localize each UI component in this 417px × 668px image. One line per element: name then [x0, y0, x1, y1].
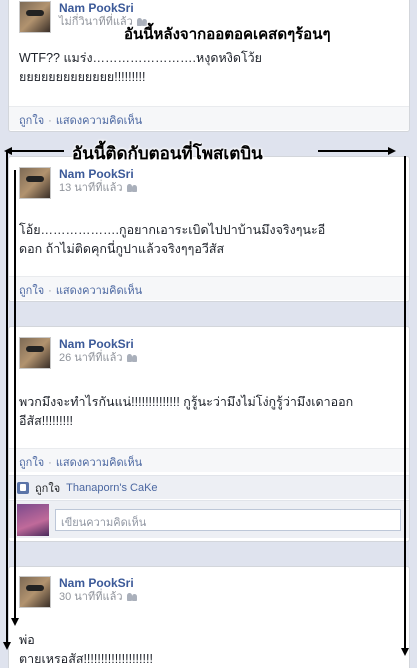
like-link[interactable]: ถูกใจ [19, 457, 44, 469]
likes-prefix: ถูกใจ [35, 482, 61, 495]
friends-icon [126, 184, 138, 192]
avatar[interactable] [19, 1, 51, 33]
arrow-down-right-head [401, 648, 409, 656]
commenter-avatar [17, 503, 49, 536]
post-text: WTF?? แมร่ง…………………….หงุดหงิดโว้ย ยยยยยยย… [19, 51, 263, 84]
avatar[interactable] [19, 576, 51, 608]
annotation-top: อันนี้หลังจากออตอคเคสดๆร้อนๆ [124, 25, 331, 43]
arrow-down-left-head [3, 642, 11, 650]
comment-link[interactable]: แสดงความคิดเห็น [56, 115, 142, 127]
like-link[interactable]: ถูกใจ [19, 115, 44, 127]
likes-summary: ถูกใจ Thanaporn's CaKe [9, 475, 409, 499]
liker-name-link[interactable]: Thanaporn's CaKe [66, 482, 157, 494]
post-header: Nam PookSri 26 นาทีที่แล้ว [19, 337, 138, 371]
post-text: โอ้ย……………….กูอยากเอาระเบิดไปปาบ้านมึงจริ… [19, 223, 326, 256]
post-header: Nam PookSri 13 นาทีที่แล้ว [19, 167, 138, 201]
author-name[interactable]: Nam PookSri [59, 1, 148, 15]
comment-link[interactable]: แสดงความคิดเห็น [56, 285, 142, 297]
post-actions: ถูกใจ · แสดงความคิดเห็น [9, 106, 409, 130]
arrow-down-left-line [6, 152, 8, 644]
author-name[interactable]: Nam PookSri [59, 167, 138, 181]
friends-icon [126, 354, 138, 362]
like-link[interactable]: ถูกใจ [19, 285, 44, 297]
author-name[interactable]: Nam PookSri [59, 337, 138, 351]
comment-link[interactable]: แสดงความคิดเห็น [56, 457, 142, 469]
post-card-2: Nam PookSri 13 นาทีที่แล้ว โอ้ย……………….กู… [8, 156, 410, 302]
friends-icon [126, 593, 138, 601]
thumbs-up-icon [17, 481, 29, 494]
avatar[interactable] [19, 167, 51, 199]
post-text: พวกมึงจะทำไรกันแน่!!!!!!!!!!!!!! กูรู้นะ… [19, 395, 354, 428]
arrow-right-line [318, 150, 388, 152]
post-time[interactable]: ไม่กี่วินาทีที่แล้ว [59, 15, 133, 29]
post-card-3: Nam PookSri 26 นาทีที่แล้ว พวกมึงจะทำไรก… [8, 326, 410, 542]
author-name[interactable]: Nam PookSri [59, 576, 138, 590]
arrow-left-line [12, 150, 64, 152]
arrow-down-left-line-2 [14, 170, 16, 620]
post-time[interactable]: 26 นาทีที่แล้ว [59, 351, 123, 365]
post-actions: ถูกใจ · แสดงความคิดเห็น [9, 448, 409, 472]
comment-input[interactable]: เขียนความคิดเห็น [55, 508, 401, 531]
comment-composer: เขียนความคิดเห็น [9, 500, 409, 538]
post-header: Nam PookSri 30 นาทีที่แล้ว [19, 576, 138, 610]
arrow-right-head [388, 147, 396, 155]
post-card-4: Nam PookSri 30 นาทีที่แล้ว พ่อ ตายเหรอสั… [8, 566, 410, 668]
post-actions: ถูกใจ · แสดงความคิดเห็น [9, 276, 409, 300]
annotation-middle: อันนี้ติดกับตอนที่โพสเตบิน [72, 144, 263, 164]
post-card-1: Nam PookSri ไม่กี่วินาทีที่แล้ว WTF?? แม… [8, 0, 410, 132]
arrow-down-left-head-2 [11, 618, 19, 626]
avatar[interactable] [19, 337, 51, 369]
post-text: พ่อ ตายเหรอสัส!!!!!!!!!!!!!!!!!!!! [19, 633, 153, 666]
post-time[interactable]: 13 นาทีที่แล้ว [59, 181, 123, 195]
arrow-down-right-line [404, 156, 406, 650]
post-time[interactable]: 30 นาทีที่แล้ว [59, 590, 123, 604]
